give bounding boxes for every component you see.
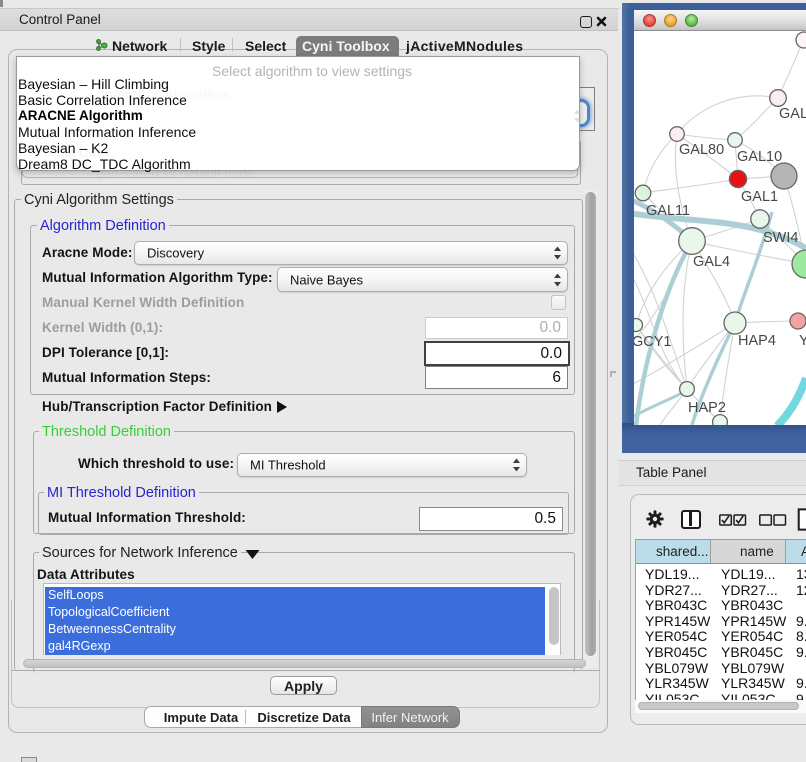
svg-text:YJ: YJ [799, 333, 806, 349]
svg-text:SWI4: SWI4 [763, 230, 798, 246]
svg-text:GAL10: GAL10 [737, 149, 782, 165]
svg-text:GAL4: GAL4 [693, 254, 730, 270]
svg-text:GAL80: GAL80 [679, 142, 724, 158]
svg-text:HAP4: HAP4 [738, 333, 776, 349]
svg-text:GAL2: GAL2 [779, 106, 806, 122]
svg-text:GAL1: GAL1 [741, 189, 778, 205]
svg-text:HAP2: HAP2 [688, 400, 726, 416]
svg-text:GCY1: GCY1 [634, 334, 672, 350]
svg-text:GAL11: GAL11 [646, 203, 690, 219]
